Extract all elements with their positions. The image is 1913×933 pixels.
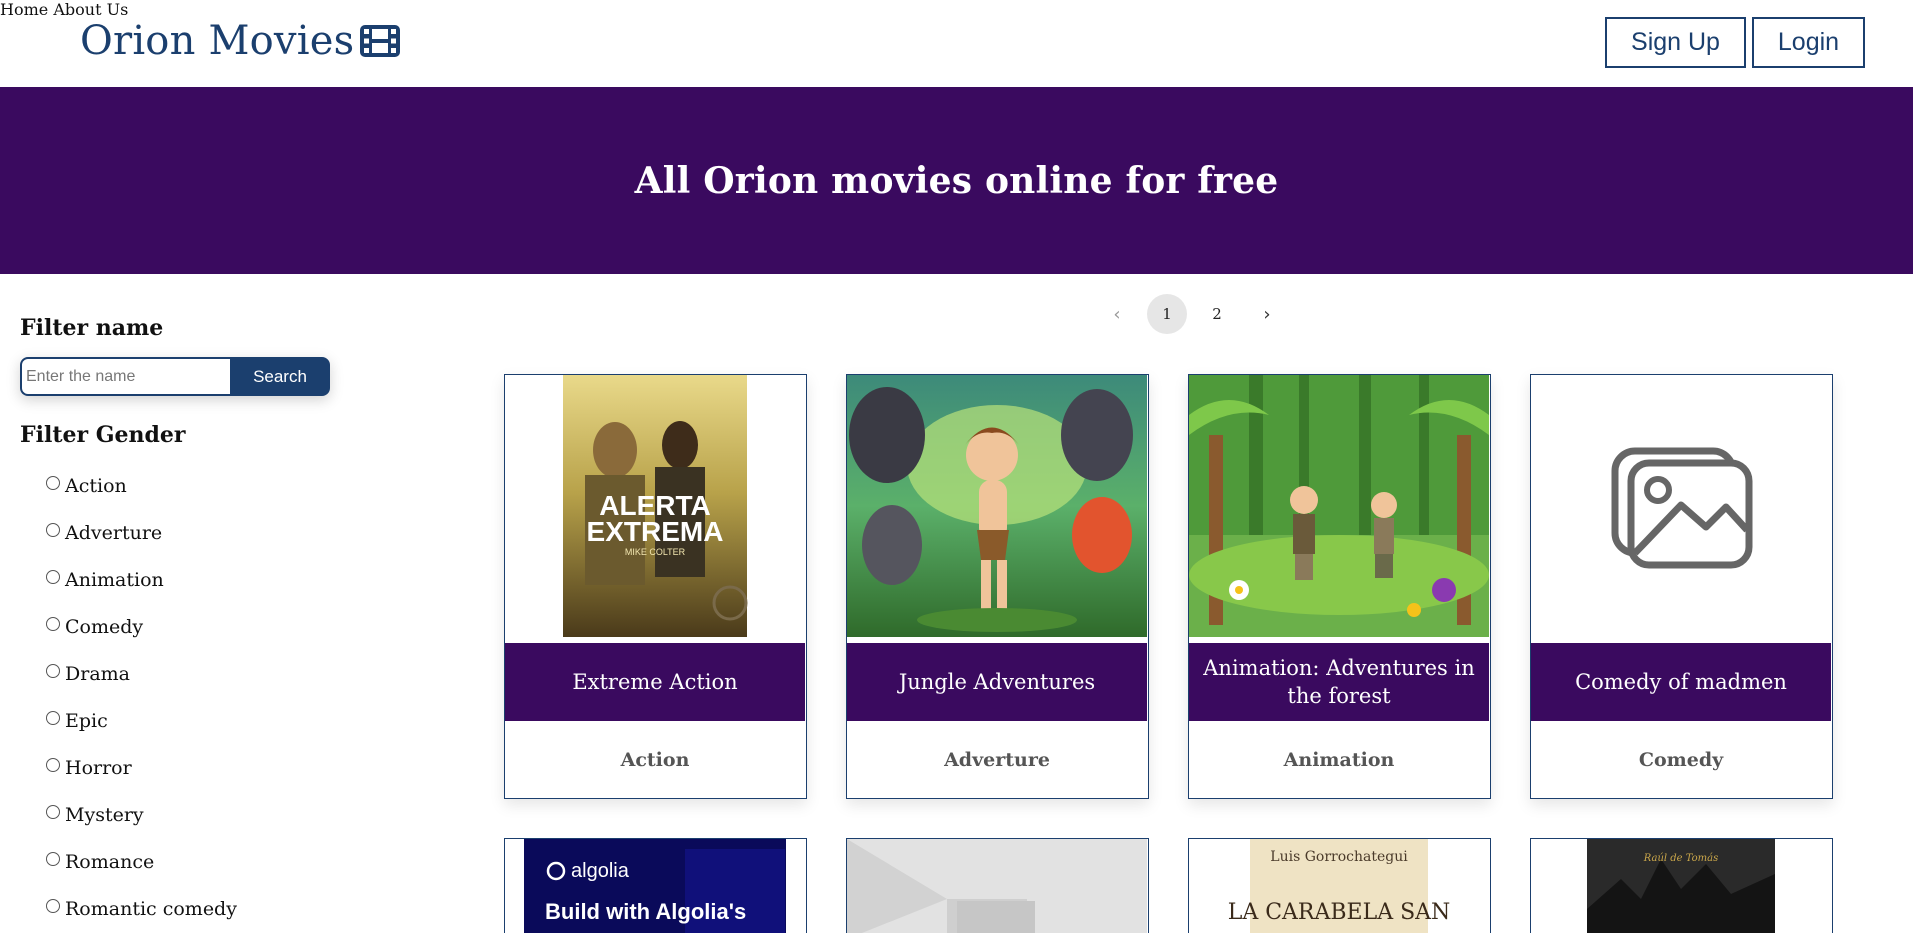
search-bar: Search (20, 357, 330, 396)
page-button-2[interactable]: 2 (1197, 294, 1237, 334)
genre-label: Drama (65, 662, 130, 685)
genre-label: Animation (65, 568, 164, 591)
movie-card[interactable]: Jungle Adventures Adverture (846, 374, 1149, 799)
radio-button[interactable] (46, 898, 60, 913)
filter-gender-title: Filter Gender (20, 422, 186, 448)
movie-card[interactable]: Luis Gorrochategui LA CARABELA SAN (1188, 838, 1491, 933)
page-button-1[interactable]: 1 (1147, 294, 1187, 334)
svg-text:MIKE COLTER: MIKE COLTER (625, 547, 686, 557)
poster-image (847, 375, 1147, 637)
poster-author-text: Raúl de Tomás (1643, 853, 1719, 864)
genre-radio-horror[interactable]: Horror (46, 744, 350, 791)
search-button[interactable]: Search (230, 357, 330, 396)
genre-radio-drama[interactable]: Drama (46, 650, 350, 697)
movie-poster (1189, 375, 1489, 637)
chevron-left-icon[interactable]: ‹ (1097, 294, 1137, 334)
genre-radio-comedy[interactable]: Comedy (46, 603, 350, 650)
poster-brand-text: algolia (571, 860, 630, 882)
movie-title: Extreme Action (505, 643, 805, 721)
poster-headline-text: Build with Algolia's (545, 899, 746, 924)
poster-author-text: Luis Gorrochategui (1270, 849, 1408, 865)
genre-label: Romance (65, 850, 155, 873)
movie-genre: Action (620, 748, 690, 771)
genre-label: Adverture (65, 521, 163, 544)
radio-button[interactable] (46, 663, 60, 678)
filter-name-title: Filter name (20, 315, 164, 341)
movie-poster: ALERTA EXTREMA MIKE COLTER (505, 375, 805, 637)
nav-about-link[interactable]: About Us (53, 0, 128, 19)
nav-home-link[interactable]: Home (0, 0, 48, 19)
genre-label: Mystery (65, 803, 144, 826)
chevron-right-icon[interactable]: › (1247, 294, 1287, 334)
genre-radio-romance[interactable]: Romance (46, 838, 350, 885)
svg-text:EXTREMA: EXTREMA (587, 516, 724, 547)
genre-radio-action[interactable]: Action (46, 462, 350, 509)
movie-genre: Comedy (1638, 748, 1724, 771)
movie-poster (847, 375, 1147, 637)
poster-image (1189, 375, 1489, 637)
movie-card[interactable]: Raúl de Tomás (1530, 838, 1833, 933)
genre-radio-mystery[interactable]: Mystery (46, 791, 350, 838)
radio-button[interactable] (46, 569, 60, 584)
radio-button[interactable] (46, 710, 60, 725)
filter-sidebar: Filter name Search Filter Gender Action … (20, 315, 350, 932)
genre-label: Horror (65, 756, 132, 779)
search-input[interactable] (20, 357, 230, 396)
image-placeholder-icon (847, 839, 1147, 933)
genre-radio-animation[interactable]: Animation (46, 556, 350, 603)
movie-card[interactable]: algolia Build with Algolia's (504, 838, 807, 933)
movie-genre: Adverture (944, 748, 1050, 771)
genre-radio-list: Action Adverture Animation Comedy Drama … (20, 462, 350, 932)
radio-button[interactable] (46, 851, 60, 866)
radio-button[interactable] (46, 804, 60, 819)
poster-image: Raúl de Tomás (1531, 839, 1831, 933)
image-placeholder-icon (1531, 375, 1831, 637)
radio-button[interactable] (46, 475, 60, 490)
signup-button[interactable]: Sign Up (1605, 17, 1746, 68)
genre-label: Epic (65, 709, 108, 732)
hero-title: All Orion movies online for free (634, 159, 1279, 202)
movie-title: Animation: Adventures in the forest (1189, 643, 1489, 721)
genre-label: Comedy (65, 615, 144, 638)
movie-title: Comedy of madmen (1531, 643, 1831, 721)
genre-radio-epic[interactable]: Epic (46, 697, 350, 744)
film-icon (360, 25, 401, 57)
radio-button[interactable] (46, 522, 60, 537)
poster-image: ALERTA EXTREMA MIKE COLTER (505, 375, 805, 637)
genre-label: Action (65, 474, 127, 497)
movie-card[interactable]: Animation: Adventures in the forest Anim… (1188, 374, 1491, 799)
brand-logo[interactable]: Orion Movies (80, 18, 402, 64)
movie-poster (1531, 375, 1831, 637)
genre-label: Romantic comedy (65, 897, 237, 920)
movie-card[interactable] (846, 838, 1149, 933)
poster-image: algolia Build with Algolia's (505, 839, 805, 933)
poster-image: Luis Gorrochategui LA CARABELA SAN (1189, 839, 1489, 933)
hero-banner: All Orion movies online for free (0, 87, 1913, 274)
movie-title: Jungle Adventures (847, 643, 1147, 721)
radio-button[interactable] (46, 757, 60, 772)
radio-button[interactable] (46, 616, 60, 631)
genre-radio-adverture[interactable]: Adverture (46, 509, 350, 556)
genre-radio-romantic-comedy[interactable]: Romantic comedy (46, 885, 350, 932)
poster-title-text: LA CARABELA SAN (1228, 900, 1451, 925)
login-button[interactable]: Login (1752, 17, 1865, 68)
pagination: ‹ 1 2 › (1097, 294, 1297, 334)
movie-card[interactable]: Comedy of madmen Comedy (1530, 374, 1833, 799)
brand-name: Orion Movies (80, 18, 355, 64)
top-header: Orion Movies Home About Us Sign Up Login (0, 0, 1913, 87)
movie-card[interactable]: ALERTA EXTREMA MIKE COLTER Extreme Actio… (504, 374, 807, 799)
movie-genre: Animation (1283, 748, 1395, 771)
